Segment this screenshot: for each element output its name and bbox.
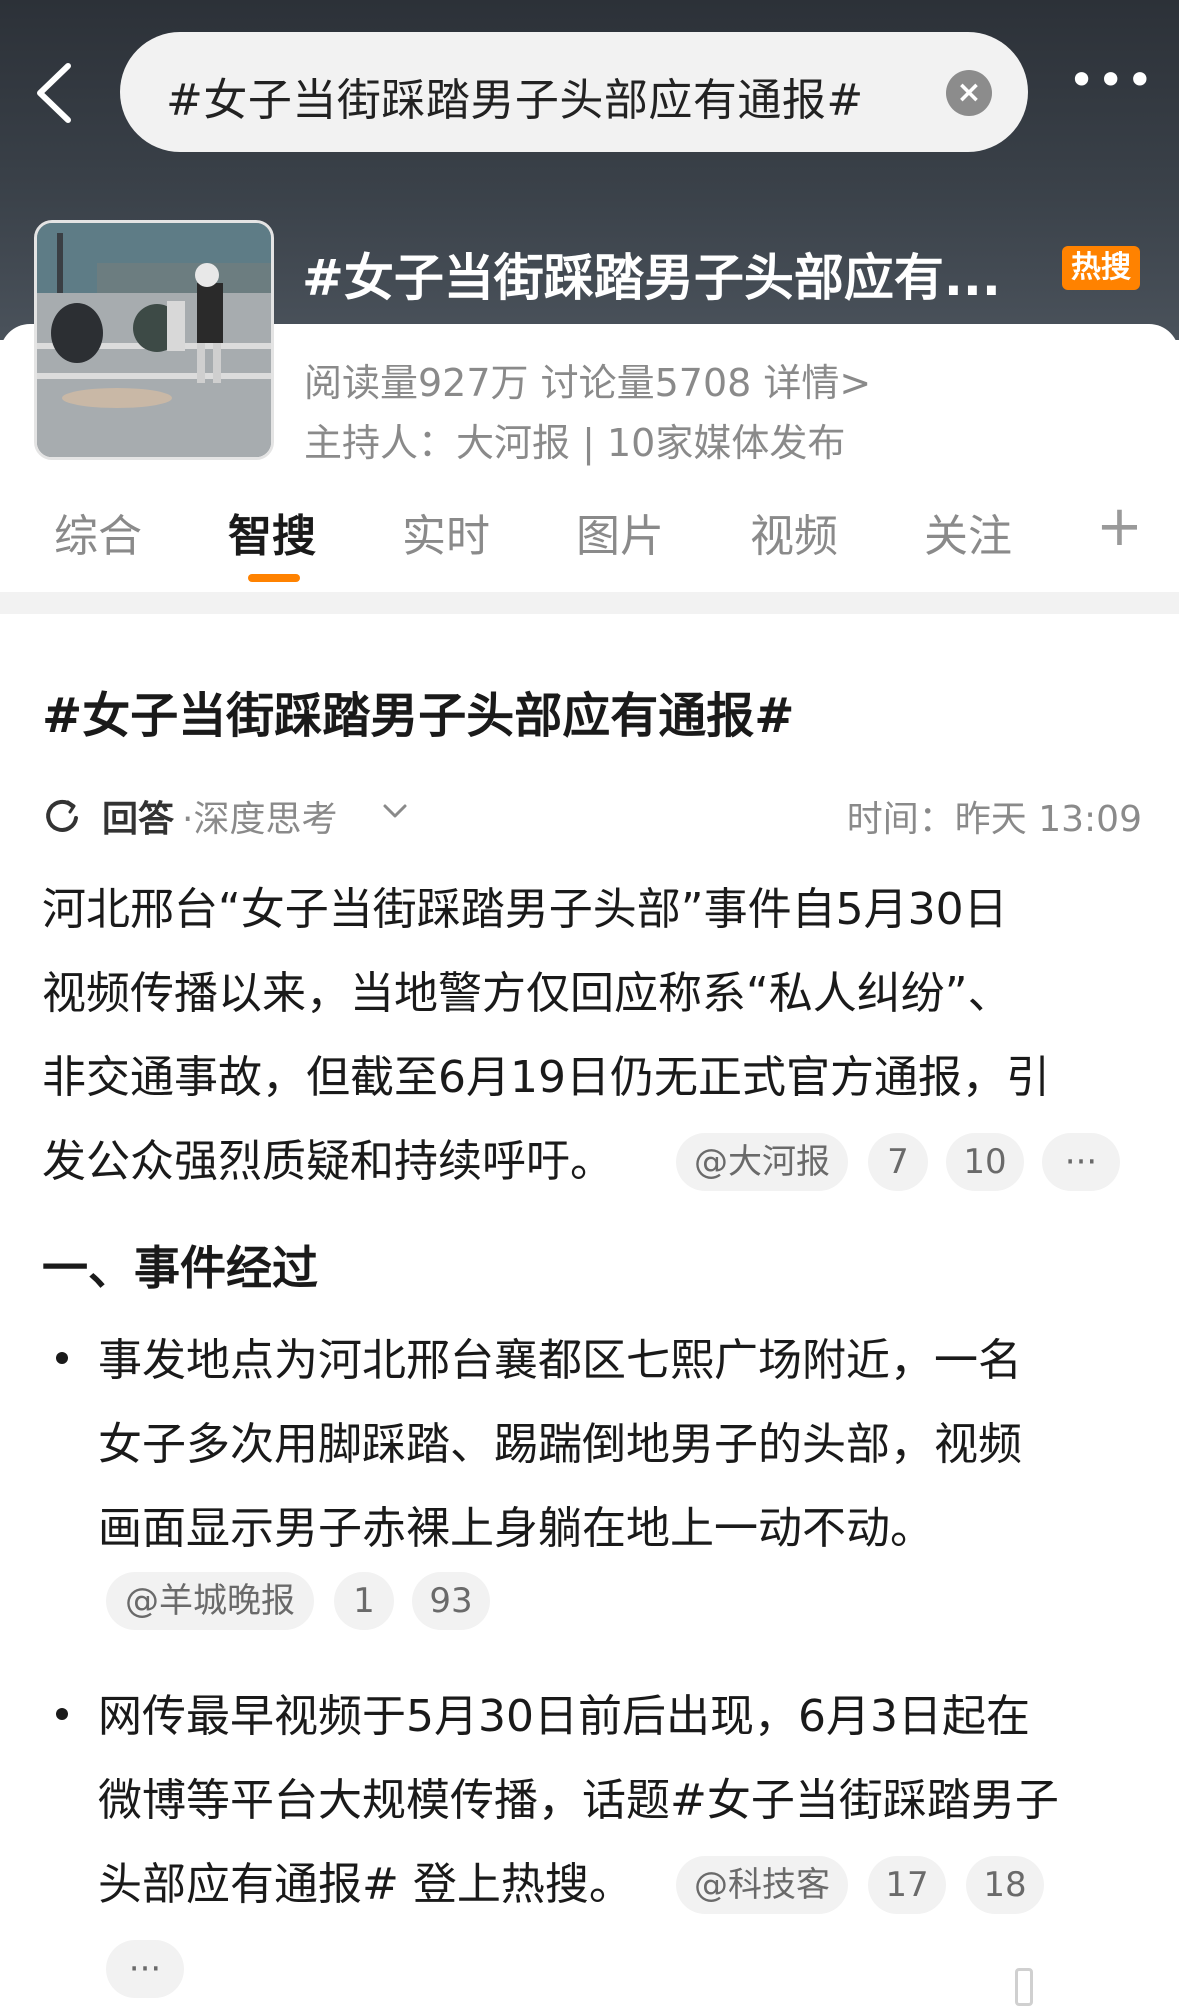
chevron-down-icon[interactable] [380, 796, 410, 826]
source-chip-kejike[interactable]: @科技客 [676, 1856, 848, 1914]
bullet1-line-3: 画面显示男子赤裸上身躺在地上一动不动。 [98, 1503, 934, 1554]
topic-title: #女子当街踩踏男子头部应有... [302, 249, 1001, 307]
bullet2-line-2: 微博等平台大规模传播，话题#女子当街踩踏男子 [98, 1775, 1059, 1826]
bullet1-line-1: 事发地点为河北邢台襄都区七熙广场附近，一名 [98, 1335, 1022, 1386]
answer-meta-row: 回答 ·深度思考 时间：昨天 13:09 [42, 790, 1142, 840]
answer-label: 回答 [102, 799, 175, 840]
tab-realtime[interactable]: 实时 [402, 500, 490, 564]
clear-icon[interactable]: × [946, 70, 992, 116]
add-tab-icon[interactable]: + [1096, 494, 1143, 559]
topic-host: 主持人：大河报 | 10家媒体发布 [304, 421, 846, 465]
tab-comprehensive[interactable]: 综合 [54, 500, 142, 564]
source-chip-yangcheng[interactable]: @羊城晚报 [106, 1572, 314, 1630]
deep-think-mode[interactable]: ·深度思考 [182, 790, 337, 842]
tab-smart-search[interactable]: 智搜 [228, 500, 316, 564]
bullet2-line-3: 头部应有通报# 登上热搜。 [98, 1859, 633, 1910]
search-input[interactable]: #女子当街踩踏男子头部应有通报# × [120, 32, 1028, 152]
active-tab-indicator [248, 574, 300, 582]
deep-think-icon [46, 799, 78, 832]
ref-chip[interactable]: 1 [334, 1572, 394, 1630]
more-options-icon[interactable]: ••• [1068, 57, 1153, 116]
bullet1-line-2: 女子多次用脚踩踏、踢踹倒地男子的头部，视频 [98, 1419, 1022, 1470]
more-refs-chip[interactable]: ··· [1042, 1133, 1120, 1191]
ref-chip[interactable]: 18 [966, 1856, 1044, 1914]
ref-chip[interactable]: 93 [412, 1572, 490, 1630]
intro-line-4: 发公众强烈质疑和持续呼吁。 [42, 1136, 614, 1187]
intro-line-3: 非交通事故，但截至6月19日仍无正式官方通报，引 [42, 1052, 1050, 1103]
bullet2-line-1: 网传最早视频于5月30日前后出现，6月3日起在 [98, 1691, 1030, 1742]
intro-line-2: 视频传播以来，当地警方仅回应称系“私人纠纷”、 [42, 968, 1012, 1019]
ref-chip[interactable]: 10 [946, 1133, 1024, 1191]
back-arrow-icon[interactable] [34, 62, 74, 124]
ref-chip[interactable]: 17 [868, 1856, 946, 1914]
hot-search-badge: 热搜 [1062, 246, 1140, 290]
answer-time: 时间：昨天 13:09 [846, 799, 1142, 840]
source-chip-dahebao[interactable]: @大河报 [676, 1133, 848, 1191]
section-heading: 一、事件经过 [42, 1241, 318, 1295]
bookmark-icon [1015, 1968, 1033, 2006]
topic-thumbnail[interactable] [34, 220, 274, 460]
tab-bar: 综合 智搜 实时 图片 视频 关注 + [0, 490, 1179, 590]
article-title: #女子当街踩踏男子头部应有通报# [42, 688, 795, 744]
topic-stats[interactable]: 阅读量927万 讨论量5708 详情> [304, 352, 871, 407]
section-divider [0, 592, 1179, 614]
ref-chip[interactable]: 7 [868, 1133, 928, 1191]
tab-images[interactable]: 图片 [576, 500, 664, 564]
intro-line-1: 河北邢台“女子当街踩踏男子头部”事件自5月30日 [42, 884, 1008, 935]
bullet-dot [56, 1708, 68, 1720]
tab-following[interactable]: 关注 [924, 500, 1012, 564]
search-query-text: #女子当街踩踏男子头部应有通报# [166, 75, 864, 126]
bullet-dot [56, 1352, 68, 1364]
more-refs-chip[interactable]: ··· [106, 1940, 184, 1998]
tab-videos[interactable]: 视频 [750, 500, 838, 564]
